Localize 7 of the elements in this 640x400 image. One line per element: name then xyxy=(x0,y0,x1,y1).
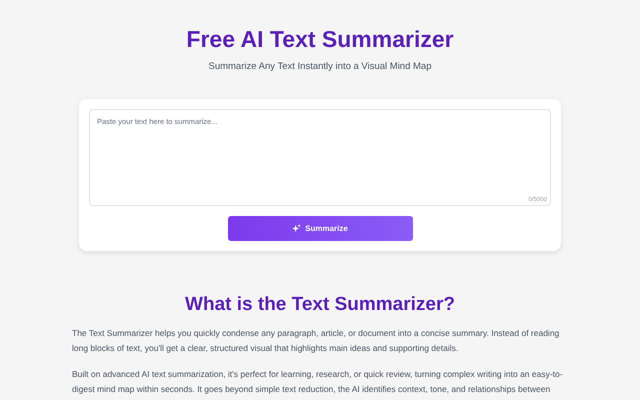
sparkle-icon xyxy=(292,224,302,233)
body-paragraph: Built on advanced AI text summarization, it's perfect for learning, research, or quick review, turning complex writing into an easy-to-digest mind map within seconds. It goes beyond simple text reduction, the AI identifies context, tone, and relationships between xyxy=(72,368,564,396)
page-subtitle: Summarize Any Text Instantly into a Visual Mind Map xyxy=(208,61,432,72)
body-paragraph: The Text Summarizer helps you quickly condense any paragraph, article, or document into a concise summary. Instead of reading long blocks of text, you'll get a clear, structured visual that highlights main ideas and supporting details. xyxy=(72,327,560,355)
section-heading: What is the Text Summarizer? xyxy=(185,293,455,317)
page-title: Free AI Text Summarizer xyxy=(186,25,454,53)
summarize-button[interactable]: Summarize xyxy=(228,216,412,241)
